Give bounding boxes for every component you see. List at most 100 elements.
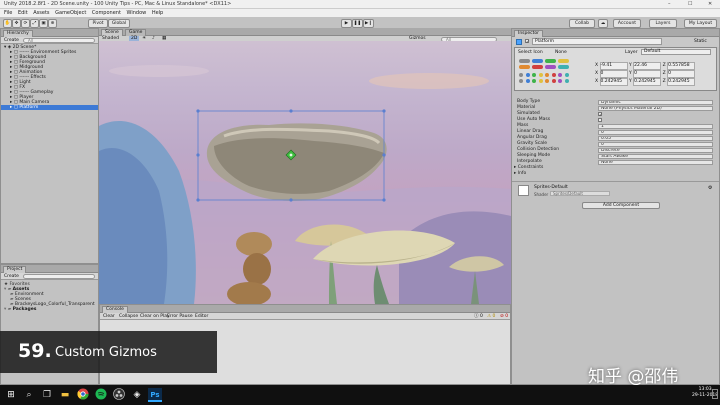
rect-tool-icon[interactable]: ▣ [39, 19, 48, 28]
minimize-icon[interactable]: – [668, 1, 671, 7]
menu-window[interactable]: Window [127, 9, 147, 17]
hierarchy-item[interactable]: ▸ ▢ Platform [1, 105, 98, 110]
menu-gameobject[interactable]: GameObject [55, 9, 86, 17]
console-clear-on-play-button[interactable]: Clear on Play [140, 313, 170, 320]
label-icon-option[interactable] [519, 65, 530, 69]
dot-icon-option[interactable] [564, 79, 569, 83]
menu-assets[interactable]: Assets [33, 9, 49, 17]
search-icon[interactable]: ⌕ [22, 388, 36, 402]
rect-handle[interactable] [289, 198, 293, 202]
menu-component[interactable]: Component [92, 9, 121, 17]
tab-scene[interactable]: Scene [101, 29, 123, 36]
property-field[interactable]: 0.05 [598, 135, 713, 141]
tab-project[interactable]: Project [3, 266, 27, 273]
gameobject-icon[interactable] [516, 39, 522, 45]
dot-icon-option[interactable] [519, 79, 523, 83]
dot-icon-option[interactable] [558, 79, 562, 83]
label-icon-option[interactable] [545, 65, 556, 69]
rotate-tool-icon[interactable]: ⟳ [21, 19, 30, 28]
static-toggle[interactable]: Static [694, 39, 707, 44]
menu-help[interactable]: Help [152, 9, 163, 17]
property-checkbox[interactable]: ✓ [598, 112, 602, 117]
spotify-icon[interactable] [94, 388, 108, 402]
material-settings-icon[interactable]: ⚙ [708, 185, 712, 191]
console-error-count[interactable]: ⊘ 0 [500, 313, 508, 320]
transform-tool-icon[interactable]: ⊕ [48, 19, 57, 28]
dot-icon-option[interactable] [525, 73, 530, 77]
dot-icon-option[interactable] [564, 73, 569, 77]
layers-dropdown[interactable]: Layers [649, 19, 677, 28]
position-z-field[interactable]: 0.557858 [667, 62, 696, 70]
label-icon-option[interactable] [519, 59, 530, 63]
property-checkbox[interactable] [598, 118, 602, 122]
add-component-button[interactable]: Add Component [582, 202, 660, 209]
dot-icon-option[interactable] [538, 79, 543, 83]
position-x-field[interactable]: -9.41 [599, 62, 628, 70]
label-icon-option[interactable] [532, 65, 543, 69]
console-collapse-button[interactable]: Collapse [119, 313, 138, 320]
dot-icon-option[interactable] [532, 73, 536, 77]
label-icon-option[interactable] [558, 65, 569, 69]
action-center-icon[interactable] [712, 389, 718, 399]
label-icon-option[interactable] [545, 59, 556, 63]
scale-y-field[interactable]: 0.242945 [633, 78, 662, 86]
collab-dropdown[interactable]: Collab [569, 19, 595, 28]
obs-icon[interactable] [112, 388, 126, 402]
photoshop-icon[interactable]: Ps [148, 388, 162, 402]
property-dropdown[interactable]: Discrete [598, 147, 713, 153]
global-toggle[interactable]: Global [108, 19, 130, 28]
hand-tool-icon[interactable]: ✋ [3, 19, 12, 28]
rect-handle[interactable] [196, 198, 200, 202]
dot-icon-option[interactable] [532, 79, 536, 83]
explorer-icon[interactable]: ▬ [58, 388, 72, 402]
property-dropdown[interactable]: Dynamic [598, 99, 713, 105]
menu-edit[interactable]: Edit [18, 9, 28, 17]
step-button[interactable]: ▶❙ [363, 19, 374, 28]
label-icon-option[interactable] [558, 59, 569, 63]
rect-handle[interactable] [196, 153, 200, 157]
dot-icon-option[interactable] [538, 73, 543, 77]
property-field[interactable]: 0 [598, 129, 713, 135]
info-foldout[interactable]: ▸ Info [514, 171, 526, 177]
property-field[interactable]: None (Physics Material 2D) [598, 105, 713, 111]
dot-icon-option[interactable] [519, 73, 523, 77]
active-checkbox[interactable]: ✓ [525, 39, 529, 44]
property-dropdown[interactable]: None [598, 159, 713, 165]
project-folder[interactable]: ▾ ▰ Packages [1, 307, 98, 312]
dot-icon-option[interactable] [545, 73, 549, 77]
scene-canvas[interactable] [99, 41, 511, 304]
shader-dropdown[interactable]: Sprites/Default [550, 191, 610, 196]
scale-x-field[interactable]: 0.242945 [599, 78, 628, 86]
cloud-icon[interactable]: ☁ [598, 19, 608, 28]
dot-icon-option[interactable] [551, 79, 556, 83]
windows-start-icon[interactable]: ⊞ [4, 388, 18, 402]
rect-handle[interactable] [289, 109, 293, 113]
console-error-pause-button[interactable]: Error Pause [167, 313, 193, 320]
dot-icon-option[interactable] [558, 73, 562, 77]
property-field[interactable]: 0 [598, 141, 713, 147]
object-name-input[interactable]: Platform [532, 38, 662, 45]
rect-handle[interactable] [382, 153, 386, 157]
rect-handle[interactable] [196, 109, 200, 113]
chrome-icon[interactable] [76, 388, 90, 402]
tab-hierarchy[interactable]: Hierarchy [3, 30, 33, 37]
pivot-toggle[interactable]: Pivot [88, 19, 108, 28]
layout-dropdown[interactable]: My Layout [684, 19, 717, 28]
console-editor-dropdown[interactable]: Editor [195, 313, 208, 320]
scale-tool-icon[interactable]: ⤢ [30, 19, 39, 28]
console-warning-count[interactable]: ⚠ 0 [487, 313, 495, 320]
dot-icon-option[interactable] [525, 79, 530, 83]
dot-icon-option[interactable] [545, 79, 549, 83]
scale-z-field[interactable]: 0.242945 [667, 78, 696, 86]
console-log-count[interactable]: ⓘ 0 [474, 313, 483, 320]
maximize-icon[interactable]: ☐ [688, 1, 692, 7]
hierarchy-search-input[interactable]: All [23, 38, 95, 43]
project-create-button[interactable]: Create [4, 273, 19, 280]
tab-game[interactable]: Game [125, 29, 147, 36]
dot-icon-option[interactable] [551, 73, 556, 77]
rect-handle[interactable] [382, 109, 386, 113]
tab-inspector[interactable]: Inspector [514, 30, 543, 37]
icon-none-option[interactable]: None [555, 50, 567, 55]
layer-dropdown[interactable]: Default [641, 49, 711, 55]
position-y-field[interactable]: 22.46 [633, 62, 662, 70]
